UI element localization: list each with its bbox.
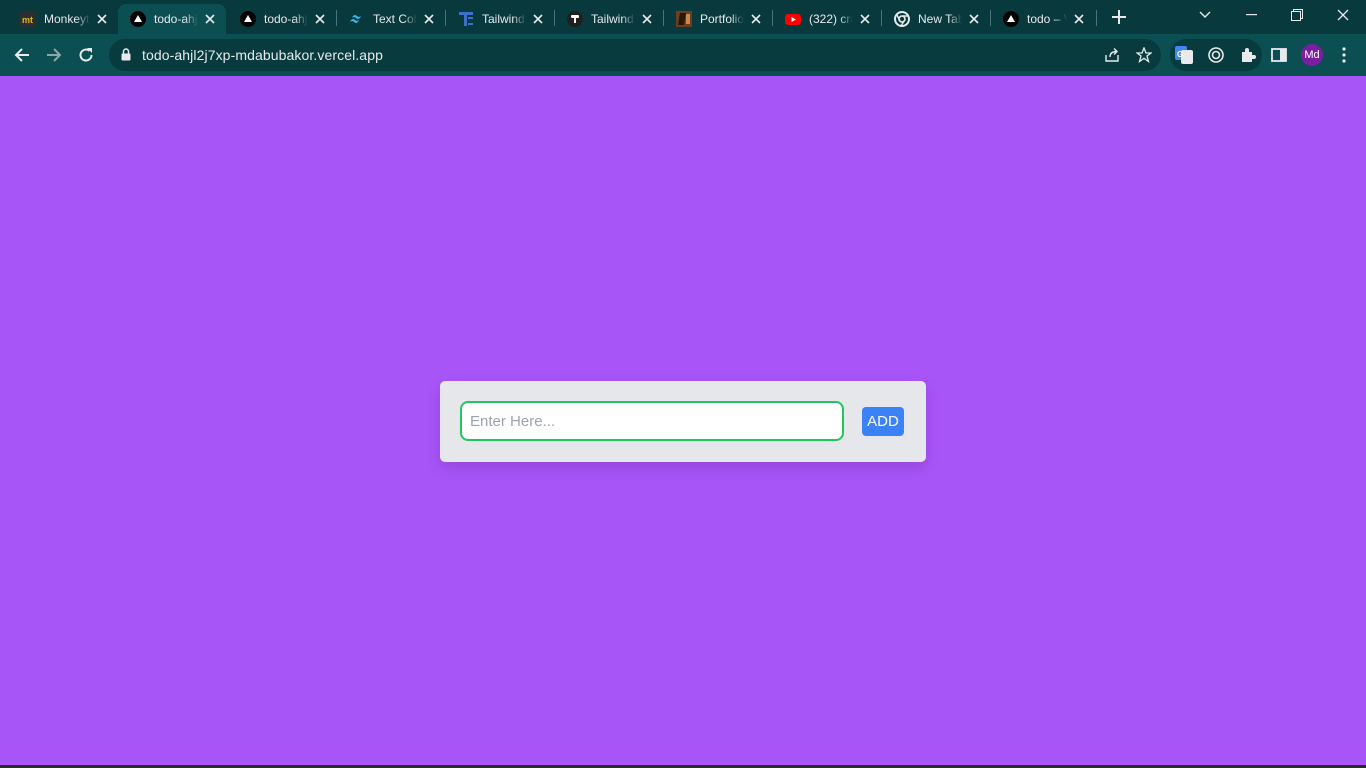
side-panel-icon[interactable] [1263,39,1295,71]
back-arrow-icon[interactable] [6,39,38,71]
close-tab-icon[interactable] [94,11,110,27]
tab-monkeytype[interactable]: mt Monkeytype [8,4,118,34]
close-window-icon[interactable] [1320,0,1366,30]
tab-title: Portfolio [700,12,744,26]
tab-title: Text Color [373,12,417,26]
paint-roller-icon [567,11,583,27]
tailwind-icon [349,11,365,27]
new-tab-icon[interactable] [1108,6,1130,28]
tab-title: Tailwind Elements [482,12,526,26]
close-tab-icon[interactable] [1071,11,1087,27]
target-extension-icon[interactable] [1206,45,1226,65]
profile-avatar[interactable]: Md [1301,44,1323,66]
forward-arrow-icon[interactable] [38,39,70,71]
tab-new-tab[interactable]: New Tab [882,4,990,34]
close-tab-icon[interactable] [639,11,655,27]
tab-title: Monkeytype [44,12,90,26]
kebab-menu-icon[interactable] [1328,39,1360,71]
reload-icon[interactable] [70,39,102,71]
browser-tab-strip: mt Monkeytype todo-ahjl2j7xp todo-ahjl2j… [0,0,1366,34]
tab-text-color[interactable]: Text Color [337,4,445,34]
tab-todo-active[interactable]: todo-ahjl2j7xp [118,4,226,34]
tab-title: Tailwind [591,12,634,26]
todo-page: ADD [0,76,1366,768]
tab-title: todo – Vercel [1027,12,1067,26]
close-tab-icon[interactable] [530,11,546,27]
tab-separator [1096,10,1097,26]
google-translate-icon[interactable]: G [1174,45,1194,65]
monkeytype-icon: mt [20,11,36,27]
restore-icon[interactable] [1274,0,1320,30]
url-text[interactable]: todo-ahjl2j7xp-mdabubakor.vercel.app [142,47,383,63]
bookmark-star-icon[interactable] [1134,45,1154,65]
tab-portfolio[interactable]: Portfolio [664,4,772,34]
tab-search-chevron-down-icon[interactable] [1182,0,1228,30]
lock-icon[interactable] [121,48,131,66]
vercel-icon [1003,11,1019,27]
chrome-icon [894,11,910,27]
todo-form-card: ADD [440,381,926,462]
close-tab-icon[interactable] [421,11,437,27]
close-tab-icon[interactable] [202,11,218,27]
close-tab-icon[interactable] [966,11,982,27]
tab-tailwind[interactable]: Tailwind [555,4,663,34]
tab-tailwind-elements[interactable]: Tailwind Elements [446,4,554,34]
vercel-icon [240,11,256,27]
tab-title: (322) crash [809,12,853,26]
tab-todo-vercel[interactable]: todo – Vercel [991,4,1095,34]
tab-title: todo-ahjl2j7xp [154,12,198,26]
close-tab-icon[interactable] [857,11,873,27]
tab-youtube[interactable]: (322) crash [773,4,881,34]
svg-text:G: G [1177,50,1183,59]
minimize-icon[interactable] [1228,0,1274,30]
tab-todo[interactable]: todo-ahjl2j7xp [228,4,336,34]
youtube-icon [785,11,801,27]
tab-title: todo-ahjl2j7xp [264,12,308,26]
extensions-area: G [1170,39,1262,71]
address-bar[interactable]: todo-ahjl2j7xp-mdabubakor.vercel.app [109,39,1161,71]
tailwind-elements-icon [458,11,474,27]
portfolio-icon [676,11,692,27]
svg-text:mt: mt [22,15,33,25]
tab-title: New Tab [918,12,962,26]
browser-toolbar: todo-ahjl2j7xp-mdabubakor.vercel.app G M… [0,34,1366,76]
close-tab-icon[interactable] [312,11,328,27]
add-button[interactable]: ADD [862,407,904,436]
share-icon[interactable] [1102,45,1122,65]
vercel-icon [130,11,146,27]
todo-input[interactable] [460,401,844,441]
puzzle-icon[interactable] [1238,45,1258,65]
close-tab-icon[interactable] [748,11,764,27]
